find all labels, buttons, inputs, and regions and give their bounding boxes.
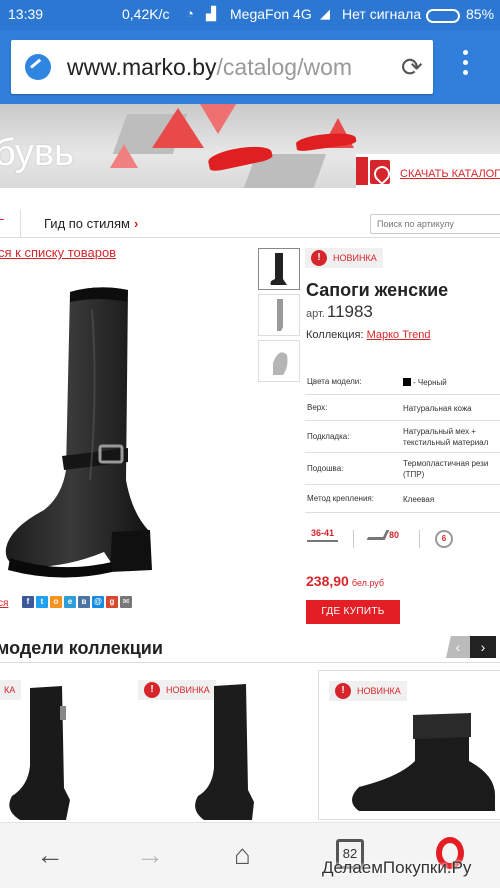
carousel-nav: ‹ ›: [446, 636, 496, 658]
signal-icon-2: ◢: [320, 6, 330, 21]
share-label: ся: [0, 598, 9, 609]
forward-icon[interactable]: →: [136, 839, 164, 871]
decor-triangle: [110, 144, 138, 168]
fullness-icon: 6: [435, 530, 453, 548]
spec-row: Подошва: Термопластичная рези (ТПР): [305, 453, 500, 485]
pdf-icon[interactable]: [370, 160, 390, 184]
thumbnail-1[interactable]: [258, 248, 300, 290]
catalog-banner: бувь СКАЧАТЬ КАТАЛОГ: [0, 104, 500, 188]
odnoklassniki-icon[interactable]: o: [50, 596, 62, 608]
collection-title: модели коллекции: [0, 638, 163, 658]
signal-icon: ▟: [206, 6, 216, 21]
spec-key: Цвета модели:: [307, 377, 362, 386]
category-tabs: Г Гид по стилям ›: [0, 210, 500, 238]
spec-value: Термопластичная рези (ТПР): [403, 459, 489, 479]
color-swatch[interactable]: [403, 377, 411, 386]
spec-key: Метод крепления:: [307, 494, 374, 503]
collection-card-3[interactable]: ! НОВИНКА: [318, 670, 500, 820]
collection-card-1[interactable]: КА: [0, 670, 100, 820]
vkontakte-icon[interactable]: в: [78, 596, 90, 608]
carousel-prev-button[interactable]: ‹: [446, 636, 470, 658]
product-image[interactable]: [0, 270, 250, 590]
download-catalog-box[interactable]: СКАЧАТЬ КАТАЛОГ: [356, 154, 500, 188]
collection-info: Коллекция: Марко Trend: [306, 329, 431, 341]
battery-level: 85%: [466, 6, 495, 22]
divider: [0, 662, 500, 663]
spec-row: Цвета модели: - Черный: [305, 369, 500, 395]
tab-style-guide-label: Гид по стилям: [44, 216, 130, 231]
watermark: ДелаемПокупки.Ру: [322, 858, 472, 877]
price: 238,90 бел.руб: [306, 573, 385, 589]
spec-key: Подошва:: [307, 464, 344, 473]
spec-value: - Черный: [403, 377, 447, 388]
heel-height-icon: 80: [366, 530, 399, 540]
banner-title: бувь: [0, 132, 74, 174]
googleplus-icon[interactable]: g: [106, 596, 118, 608]
back-icon[interactable]: ←: [36, 839, 64, 871]
thumbnail-3[interactable]: [258, 340, 300, 382]
back-to-list-link[interactable]: ся к списку товаров: [0, 245, 116, 260]
wifi-icon: ◔: [186, 6, 194, 21]
product-name: Сапоги женские: [306, 280, 449, 300]
tab-style-guide[interactable]: Гид по стилям ›: [44, 216, 138, 231]
livejournal-icon[interactable]: e: [64, 596, 76, 608]
mymail-icon[interactable]: @: [92, 596, 104, 608]
decor-triangle: [200, 104, 236, 134]
menu-dots-icon[interactable]: [458, 50, 472, 84]
spec-row: Метод крепления: Клеевая: [305, 485, 500, 513]
divider: [419, 530, 420, 548]
thumbnail-2[interactable]: [258, 294, 300, 336]
article-number: арт. 11983: [306, 302, 373, 321]
email-icon[interactable]: ✉: [120, 596, 132, 608]
article-search-input[interactable]: [370, 214, 500, 234]
reload-icon[interactable]: ⟳: [401, 52, 423, 83]
url-text[interactable]: www.marko.by/catalog/wom: [67, 54, 389, 81]
decor-triangle: [152, 108, 204, 148]
twitter-icon[interactable]: t: [36, 596, 48, 608]
no-signal-label: Нет сигнала: [342, 6, 422, 22]
where-to-buy-button[interactable]: ГДЕ КУПИТЬ: [306, 600, 400, 624]
collection-card-2[interactable]: ! НОВИНКА: [134, 670, 304, 820]
speed-dial-icon[interactable]: [25, 54, 51, 80]
feature-icons: 36-41 80 6: [305, 528, 500, 552]
spec-key: Верх:: [307, 403, 328, 412]
red-heel-shoe: [295, 129, 357, 153]
chevron-right-icon: ›: [133, 216, 139, 231]
collection-link[interactable]: Марко Trend: [367, 329, 431, 341]
battery-icon: [426, 9, 460, 23]
size-range-icon: 36-41: [307, 528, 339, 542]
spec-value: Натуральный мех + текстильный материал: [403, 427, 489, 447]
address-bar[interactable]: www.marko.by/catalog/wom ⟳: [11, 40, 433, 94]
carousel-next-button[interactable]: ›: [470, 636, 496, 658]
divider: [353, 530, 354, 548]
social-share-bar: f t o e в @ g ✉: [22, 596, 132, 610]
network-speed: 0,42K/c: [122, 6, 170, 22]
home-icon[interactable]: ⌂: [234, 839, 251, 871]
new-badge: ! НОВИНКА: [305, 248, 383, 268]
status-time: 13:39: [8, 6, 44, 22]
spec-key: Подкладка:: [307, 432, 350, 441]
browser-toolbar: www.marko.by/catalog/wom ⟳: [0, 30, 500, 104]
browser-bottom-nav: ← → ⌂ 82: [0, 822, 500, 888]
facebook-icon[interactable]: f: [22, 596, 34, 608]
spec-table: Цвета модели: - Черный Верх: Натуральная ко…: [305, 369, 500, 513]
tab-catalog[interactable]: Г: [0, 210, 21, 238]
download-catalog-link[interactable]: СКАЧАТЬ КАТАЛОГ: [400, 168, 500, 180]
spec-row: Верх: Натуральная кожа: [305, 395, 500, 421]
exclamation-icon: !: [311, 250, 327, 266]
status-bar: 13:39 0,42K/c ◔ ▟ MegaFon 4G ◢ Нет сигна…: [0, 0, 500, 30]
spec-value: Натуральная кожа: [403, 403, 472, 413]
spec-value: Клеевая: [403, 494, 435, 504]
carrier-name: MegaFon 4G: [230, 6, 312, 22]
spec-row: Подкладка: Натуральный мех + текстильный …: [305, 421, 500, 453]
accent-bar: [356, 157, 368, 185]
